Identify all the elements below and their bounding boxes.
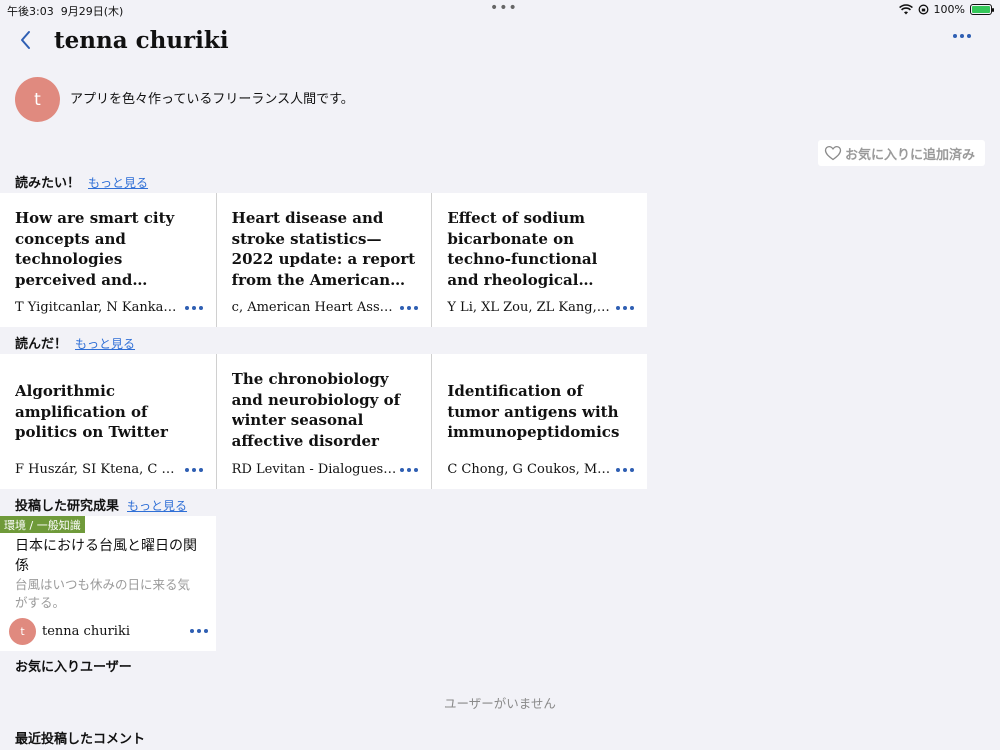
favorite-button[interactable]: お気に入りに追加済み — [818, 140, 985, 166]
page-title: tenna churiki — [54, 27, 229, 54]
category-tag: 環境 / 一般知識 — [0, 516, 85, 533]
section-title: 最近投稿したコメント — [15, 732, 146, 747]
empty-users-message: ユーザーがいません — [444, 696, 556, 711]
read-list: Algorithmic amplification of politics on… — [0, 354, 647, 489]
heart-icon — [824, 145, 842, 161]
lock-rotation-icon — [918, 4, 928, 15]
section-recent-comments: 最近投稿したコメント — [15, 728, 145, 747]
paper-card[interactable]: Heart disease and stroke statistics—2022… — [215, 193, 432, 327]
status-date: 9月29日(木) — [60, 5, 124, 18]
status-bar: 午後3:03 9月29日(木) ••• 100% — [0, 0, 1000, 22]
paper-more-icon[interactable] — [400, 468, 419, 472]
paper-more-icon[interactable] — [184, 306, 203, 310]
paper-more-icon[interactable] — [616, 468, 635, 472]
battery-icon — [970, 4, 994, 15]
more-menu-icon[interactable] — [953, 34, 975, 46]
battery-percent: 100% — [933, 3, 965, 16]
section-title: 読んだ！ — [15, 337, 68, 352]
paper-authors: T Yigitcanlar, N Kankanamge — [15, 300, 180, 315]
section-title: お気に入りユーザー — [15, 660, 132, 675]
paper-title: Algorithmic amplification of politics on… — [15, 382, 168, 441]
paper-card[interactable]: Algorithmic amplification of politics on… — [0, 354, 216, 489]
want-to-read-list: How are smart city concepts and technolo… — [0, 193, 647, 327]
paper-authors: F Huszár, SI Ktena, C O'Brien — [15, 462, 180, 477]
paper-card[interactable]: Identification of tumor antigens with im… — [431, 354, 647, 489]
profile-bio: アプリを色々作っているフリーランス人間です。 — [70, 92, 354, 107]
paper-authors: RD Levitan - Dialogues in clinical — [231, 462, 397, 477]
post-user-name: tenna churiki — [42, 624, 130, 639]
section-posted: 投稿した研究成果 もっと見る — [15, 495, 187, 514]
paper-more-icon[interactable] — [616, 306, 635, 310]
see-more-link[interactable]: もっと見る — [127, 497, 187, 514]
post-more-icon[interactable] — [190, 629, 208, 633]
post-description: 台風はいつも休みの日に来る気がする。 — [15, 577, 191, 610]
section-title: 投稿した研究成果 — [15, 499, 120, 514]
status-time: 午後3:03 9月29日(木) — [7, 5, 124, 18]
section-read: 読んだ！ もっと見る — [15, 333, 135, 352]
see-more-link[interactable]: もっと見る — [88, 174, 148, 191]
paper-title: Heart disease and stroke statistics—2022… — [231, 209, 416, 289]
paper-card[interactable]: How are smart city concepts and technolo… — [0, 193, 216, 327]
post-title: 日本における台風と曜日の関係 — [15, 538, 197, 574]
avatar: t — [15, 77, 60, 122]
favorite-button-label: お気に入りに追加済み — [845, 147, 976, 163]
paper-title: How are smart city concepts and technolo… — [15, 209, 175, 289]
status-right: 100% — [898, 3, 994, 16]
paper-more-icon[interactable] — [400, 306, 419, 310]
paper-title: Identification of tumor antigens with im… — [447, 382, 620, 441]
paper-title: The chronobiology and neurobiology of wi… — [231, 370, 401, 450]
wifi-icon — [898, 4, 913, 15]
post-card[interactable]: 環境 / 一般知識 日本における台風と曜日の関係 台風はいつも休みの日に来る気が… — [0, 516, 216, 651]
paper-authors: c, American Heart Association — [231, 300, 397, 315]
section-want-to-read: 読みたい！ もっと見る — [15, 172, 148, 191]
paper-authors: C Chong, G Coukos, M Bassani — [447, 462, 612, 477]
paper-card[interactable]: Effect of sodium bicarbonate on techno-f… — [431, 193, 647, 327]
paper-more-icon[interactable] — [184, 468, 203, 472]
post-user-avatar: t — [9, 618, 36, 645]
paper-authors: Y Li, XL Zou, ZL Kang, H Ma — [447, 300, 613, 315]
paper-card[interactable]: The chronobiology and neurobiology of wi… — [215, 354, 432, 489]
section-title: 読みたい！ — [15, 176, 81, 191]
paper-title: Effect of sodium bicarbonate on techno-f… — [447, 209, 598, 289]
section-favorite-users: お気に入りユーザー — [15, 656, 132, 675]
see-more-link[interactable]: もっと見る — [75, 335, 135, 352]
back-chevron-icon[interactable] — [16, 28, 36, 52]
multitasking-dots[interactable]: ••• — [490, 0, 518, 16]
